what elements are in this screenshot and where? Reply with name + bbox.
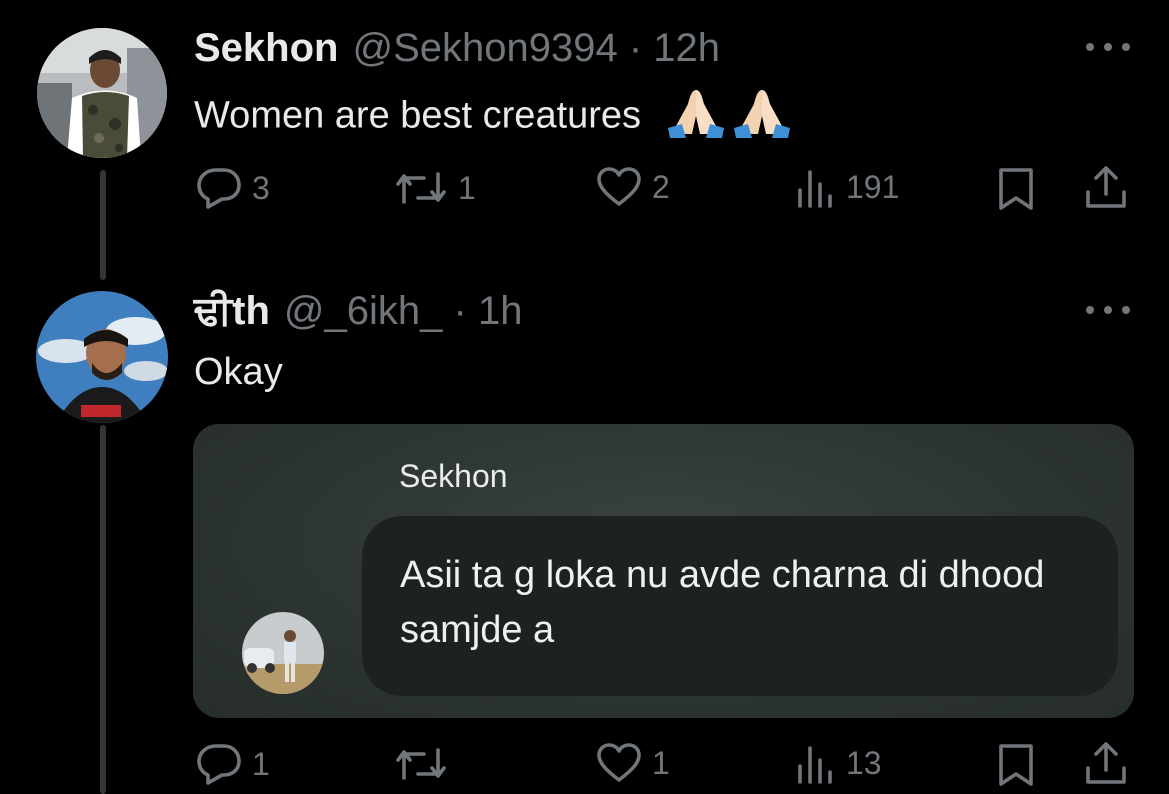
retweet-icon [396,748,446,780]
handle-and-time[interactable]: @Sekhon9394 · 12h [352,24,720,72]
reply-count: 1 [252,745,270,782]
tweet-2-header: ਢੀth @_6ikh_ · 1h [194,287,522,335]
tweet-text: Women are best creatures [194,94,642,137]
share-button[interactable] [1084,164,1128,212]
quoted-avatar [242,612,324,694]
quoted-author: Sekhon [399,458,508,494]
thread-line-1 [100,170,106,280]
bookmark-button[interactable] [997,742,1035,788]
bookmark-icon [999,744,1033,786]
tweet-1-text: Women are best creatures [194,86,792,149]
more-icon[interactable] [1086,303,1130,317]
tweet-text: Okay [194,351,283,393]
folded-hands-icon [732,86,792,149]
reply-button[interactable]: 1 [196,742,270,786]
share-button[interactable] [1084,740,1128,788]
like-count: 1 [652,744,670,781]
retweet-count: 1 [458,169,476,206]
handle-and-time[interactable]: @_6ikh_ · 1h [284,287,523,335]
share-icon [1086,166,1126,208]
message-bubble: Asii ta g loka nu avde charna di dhood s… [362,516,1118,696]
views-count: 191 [846,168,900,205]
views-button[interactable]: 191 [796,166,899,208]
like-button[interactable]: 1 [596,742,670,784]
attached-image[interactable]: Sekhon Asii ta g loka nu avde charna di … [193,424,1134,718]
reply-count: 3 [252,169,270,206]
thread-line-2 [100,425,106,794]
retweet-button[interactable]: 1 [394,166,476,210]
like-count: 2 [652,168,670,205]
display-name[interactable]: ਢੀth [194,287,270,335]
retweet-icon [396,172,446,204]
bookmark-button[interactable] [997,166,1035,212]
tweet-1-header: Sekhon @Sekhon9394 · 12h [194,24,720,72]
like-button[interactable]: 2 [596,166,670,208]
tweet-2-text: Okay [194,349,283,395]
reply-icon [197,168,241,209]
more-icon[interactable] [1086,40,1130,54]
retweet-button[interactable] [394,742,458,786]
bookmark-icon [999,168,1033,210]
reply-button[interactable]: 3 [196,166,270,210]
views-button[interactable]: 13 [796,742,882,784]
display-name[interactable]: Sekhon [194,24,338,72]
views-icon [798,170,832,208]
views-count: 13 [846,744,882,781]
avatar-sekhon[interactable] [37,28,167,158]
message-text: Asii ta g loka nu avde charna di dhood s… [400,554,1045,651]
share-icon [1086,742,1126,784]
reply-icon [197,744,241,785]
folded-hands-icon [666,86,726,149]
like-icon [597,167,641,206]
views-icon [798,746,832,784]
like-icon [597,743,641,782]
avatar-dheeth[interactable] [36,291,168,423]
